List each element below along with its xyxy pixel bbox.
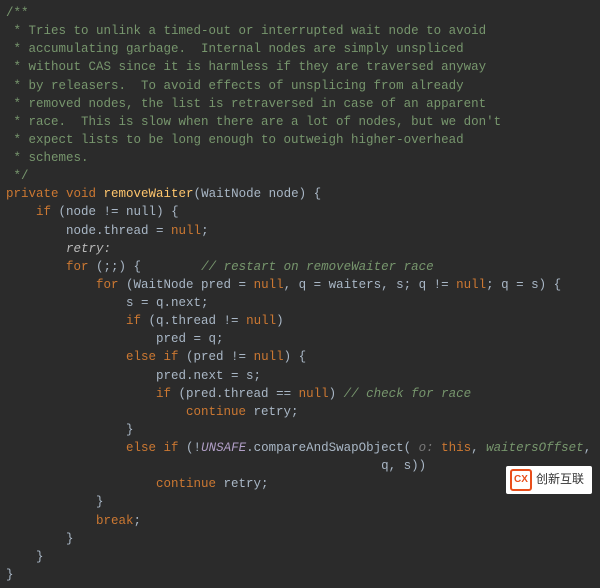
param-name: node — [269, 187, 299, 201]
code-block: /** * Tries to unlink a timed-out or int… — [0, 0, 600, 588]
modifiers: private void — [6, 187, 96, 201]
unsafe-ref: UNSAFE — [201, 441, 246, 455]
retry-label: retry: — [66, 242, 111, 256]
param-type: WaitNode — [201, 187, 261, 201]
line-comment: // check for race — [344, 387, 472, 401]
watermark-logo-icon: CX — [510, 469, 532, 491]
watermark-text: 创新互联 — [536, 471, 584, 488]
method-name: removeWaiter — [104, 187, 194, 201]
if-cond: node != null — [66, 205, 156, 219]
watermark: CX 创新互联 — [506, 466, 592, 494]
line-comment: // restart on removeWaiter race — [201, 260, 434, 274]
javadoc-comment: /** * Tries to unlink a timed-out or int… — [6, 6, 501, 183]
param-hint: o: — [411, 441, 441, 455]
